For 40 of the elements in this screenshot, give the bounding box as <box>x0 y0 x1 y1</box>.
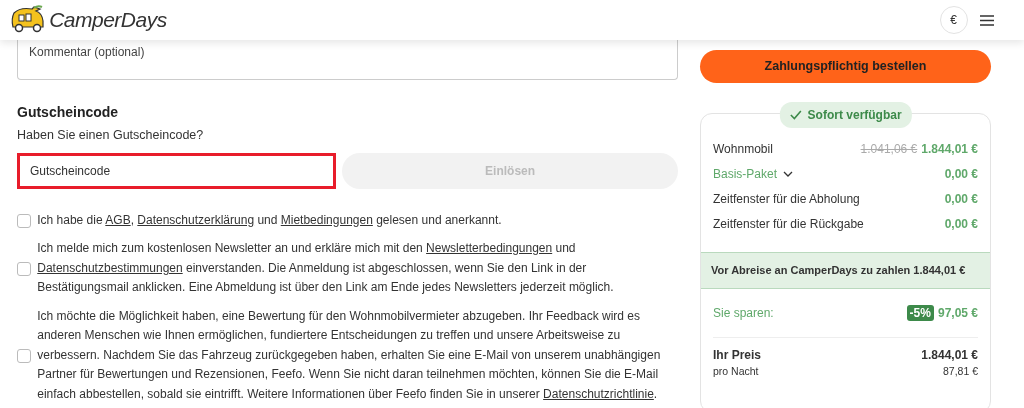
voucher-field[interactable]: Gutscheincode <box>17 152 336 189</box>
section-title: Gutscheincode <box>17 103 120 122</box>
checkbox[interactable] <box>17 213 31 228</box>
per-night-label: pro Nacht <box>713 364 759 380</box>
line-price: 0,00 € <box>944 216 978 231</box>
consent-text: Ich möchte die Möglichkeit haben, eine Bewertung für den Wohnmobilvermieter abzugeben. Ihr Feedback wird es anderen Menschen wie Ihnen ermöglichen, fundiertere Entscheidungen zu treffen und unsere Arbeitsweise zu verbessern. Nachdem Sie das Fahrzeug zurückgegeben haben, erhalten Sie eine E-Mail von unserem unabhängigen Partner für Bewertungen und Rezensionen, Feefo. Wenn Sie nicht daran teilnehmen möchten, können Sie die E-Mail einfach abbestellen, sobald sie eintrifft. Weitere Informationen über Feefo finden Sie in unserer Datenschutzrichtlinie. <box>37 307 662 403</box>
logo-text[interactable]: CamperDays <box>49 4 167 36</box>
old-price: 1.041,06 € <box>860 141 918 156</box>
line-label: Zeitfenster für die Abholung <box>713 190 860 208</box>
link[interactable]: Datenschutzrichtlinie <box>543 386 654 401</box>
consent-text: Ich melde mich zum kostenlosen Newsletter an und erkläre mich mit den Newsletterbedingungen und Datenschutzbestimmungen einverstanden. Die Anmeldung ist abgeschlossen, wenn Sie den Link in der Bestätigungsmail anklicken. Eine Abmeldung ist über den Link am Ende jedes Newsletters jederzeit möglich. <box>37 240 615 297</box>
availability-text: Sofort verfügbar <box>807 107 902 124</box>
menu-icon[interactable] <box>980 14 994 26</box>
checkbox[interactable] <box>17 348 31 363</box>
link[interactable]: Datenschutzerklärung <box>137 212 255 227</box>
link[interactable]: AGB <box>105 212 131 227</box>
total-label: Ihr Preis <box>713 347 762 364</box>
section-subtitle: Haben Sie einen Gutscheincode? <box>17 127 205 144</box>
order-button[interactable]: Zahlungspflichtig bestellen <box>700 50 991 83</box>
discount-badge: -5% <box>906 305 934 321</box>
logo-icon <box>10 5 46 35</box>
line-label: Wohnmobil <box>713 140 773 158</box>
chevron-down-icon[interactable] <box>783 170 794 177</box>
checkbox[interactable] <box>17 261 31 276</box>
payment-text: Vor Abreise an CamperDays zu zahlen 1.844,01 € <box>711 263 966 279</box>
line-price: 0,00 € <box>944 166 978 181</box>
currency-button[interactable]: € <box>939 6 968 34</box>
total-price: 1.844,01 € <box>921 347 978 364</box>
consent-text: Ich habe die AGB, Datenschutzerklärung und Mietbedingungen gelesen und anerkannt. <box>37 211 502 229</box>
savings-label: Sie sparen: <box>713 305 774 322</box>
link[interactable]: Mietbedingungen <box>280 212 373 227</box>
link[interactable]: Newsletterbedingungen <box>426 241 553 256</box>
line-price: 0,00 € <box>944 191 978 206</box>
line-label: Zeitfenster für die Rückgabe <box>713 215 864 233</box>
check-icon <box>789 110 802 120</box>
comment-field[interactable]: Kommentar (optional) <box>17 40 678 80</box>
per-night-price: 87,81 € <box>942 364 978 380</box>
link[interactable]: Datenschutzbestimmungen <box>37 260 183 275</box>
line-price: 1.844,01 € <box>921 141 978 156</box>
savings-amount: 97,05 € <box>937 306 978 320</box>
